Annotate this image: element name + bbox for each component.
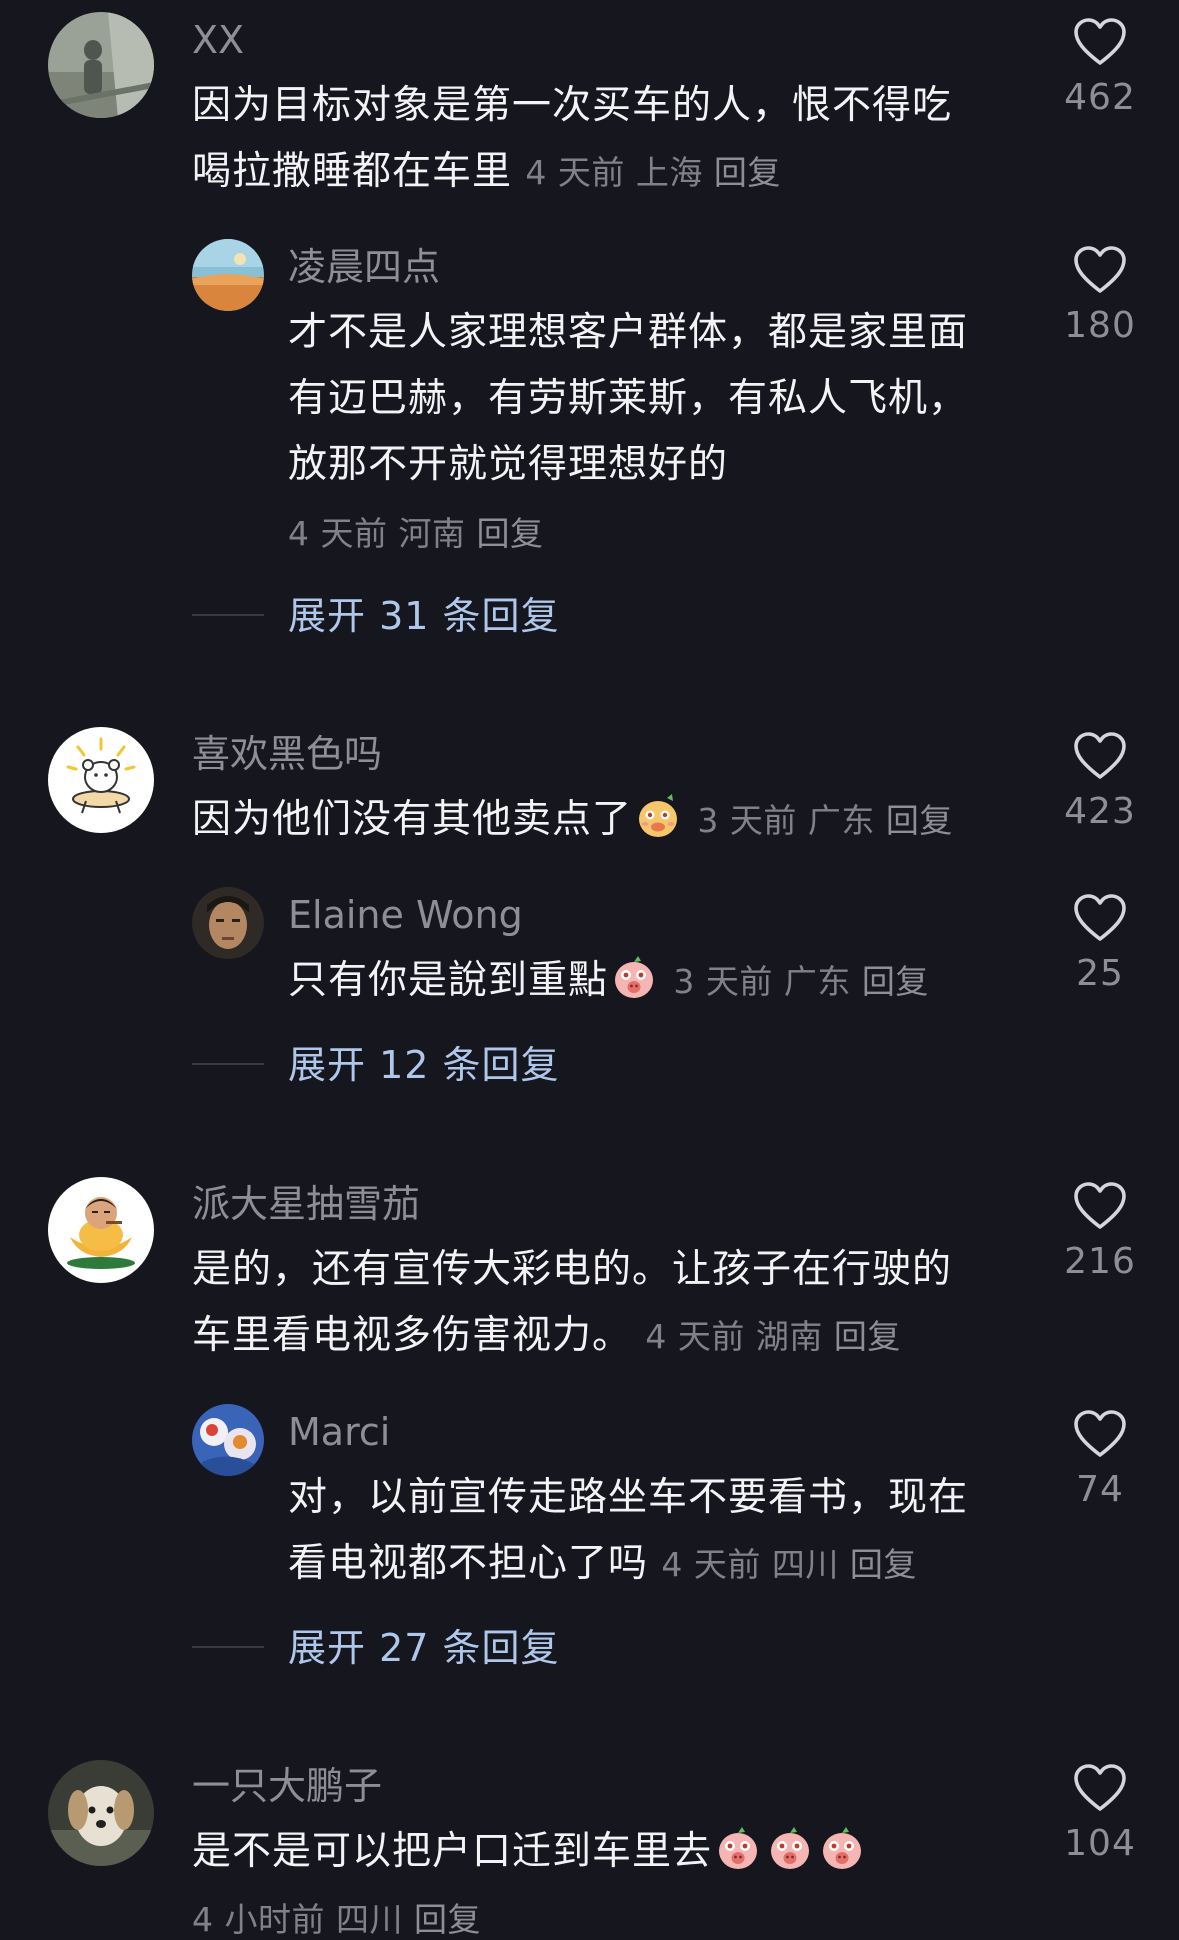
comment-text-line: 是的，还有宣传大彩电的。让孩子在行驶的: [192, 1247, 953, 1292]
like-count: 180: [1064, 305, 1136, 346]
like-count: 216: [1064, 1241, 1136, 1282]
avatar-xihuan[interactable]: [48, 727, 154, 833]
heart-outline-icon[interactable]: [1073, 1181, 1127, 1231]
divider: [192, 614, 264, 616]
comment-meta: 4 天前 湖南 回复: [645, 1317, 901, 1356]
comment-meta: 4 小时前 四川 回复: [192, 1900, 481, 1940]
like-count: 423: [1064, 791, 1136, 832]
avatar-yizhidapengzi[interactable]: [48, 1760, 154, 1866]
comment-meta: 4 天前 河南 回复: [288, 514, 544, 554]
divider: [192, 1063, 264, 1065]
heart-outline-icon[interactable]: [1073, 893, 1127, 943]
comment-text-line: 对，以前宣传走路坐车不要看书，现在: [288, 1475, 969, 1520]
avatar-lingchen[interactable]: [192, 239, 264, 311]
like-count: 104: [1064, 1823, 1136, 1864]
comment-time: 4 天前: [645, 1317, 745, 1356]
comment-text-line: 因为目标对象是第一次买车的人，恨不得吃: [192, 83, 953, 128]
comment-location: 广东: [783, 962, 851, 1001]
comment-text-line: 只有你是說到重點 3 天前 广东 回复: [288, 948, 929, 1015]
pig-face-emoji: [610, 953, 658, 1001]
heart-outline-icon[interactable]: [1073, 1409, 1127, 1459]
pig-face-emoji: [818, 1824, 866, 1872]
comment-time: 3 天前: [673, 962, 773, 1001]
expand-replies-button[interactable]: 展开 31 条回复: [288, 594, 560, 638]
expand-replies-button[interactable]: 展开 12 条回复: [288, 1043, 560, 1087]
avatar-paidaxing[interactable]: [48, 1177, 154, 1283]
sneer-face-emoji: [634, 792, 682, 840]
avatar-marci[interactable]: [192, 1404, 264, 1476]
avatar-elaine-wong[interactable]: [192, 887, 264, 959]
like-count: 74: [1076, 1469, 1124, 1510]
comment-location: 四川: [336, 1900, 403, 1939]
heart-outline-icon[interactable]: [1073, 245, 1127, 295]
reply-button[interactable]: 回复: [477, 514, 544, 553]
comment-username[interactable]: 派大星抽雪茄: [192, 1182, 420, 1226]
comment-username[interactable]: XX: [192, 18, 244, 62]
comment-meta: 3 天前 广东 回复: [673, 962, 929, 1001]
comment-text: 喝拉撒睡都在车里: [192, 149, 513, 194]
comment-location: 广东: [807, 801, 875, 840]
like-count: 25: [1076, 953, 1124, 994]
reply-button[interactable]: 回复: [886, 801, 953, 840]
comment-meta: 3 天前 广东 回复: [697, 801, 953, 840]
comment-time: 3 天前: [697, 801, 797, 840]
like-control[interactable]: 25: [1045, 893, 1155, 994]
expand-replies-button[interactable]: 展开 27 条回复: [288, 1626, 560, 1670]
comment-text-line: 是不是可以把户口迁到车里去: [192, 1819, 868, 1885]
like-control[interactable]: 216: [1045, 1181, 1155, 1282]
comment-location: 湖南: [755, 1317, 823, 1356]
comment-time: 4 天前: [288, 514, 388, 553]
comment-time: 4 天前: [661, 1545, 761, 1584]
comment-username[interactable]: 一只大鹏子: [192, 1764, 382, 1808]
like-control[interactable]: 74: [1045, 1409, 1155, 1510]
divider: [192, 1646, 264, 1648]
reply-button[interactable]: 回复: [414, 1900, 481, 1939]
comment-username[interactable]: Marci: [288, 1410, 390, 1454]
comment-location: 河南: [398, 514, 466, 553]
comment-text: 车里看电视多伤害视力。: [192, 1313, 633, 1358]
comment-text: 是不是可以把户口迁到车里去: [192, 1829, 713, 1874]
comment-text-line: 放那不开就觉得理想好的: [288, 442, 729, 487]
comment-text-line: 因为他们没有其他卖点了 3 天前 广东 回复: [192, 787, 953, 854]
reply-button[interactable]: 回复: [850, 1545, 917, 1584]
comment-text-line: 看电视都不担心了吗 4 天前 四川 回复: [288, 1531, 917, 1598]
like-control[interactable]: 104: [1045, 1763, 1155, 1864]
comment-text-line: 有迈巴赫，有劳斯莱斯，有私人飞机，: [288, 376, 969, 421]
comment-text: 因为他们没有其他卖点了: [192, 797, 633, 842]
comment-location: 上海: [635, 153, 703, 192]
comment-text-line: 喝拉撒睡都在车里 4 天前 上海 回复: [192, 139, 781, 206]
comment-text: 只有你是說到重點: [288, 958, 609, 1003]
heart-outline-icon[interactable]: [1073, 731, 1127, 781]
comment-text: 看电视都不担心了吗: [288, 1541, 649, 1586]
pig-face-emoji: [714, 1824, 762, 1872]
comment-username[interactable]: 凌晨四点: [288, 245, 440, 289]
heart-outline-icon[interactable]: [1073, 1763, 1127, 1813]
comment-username[interactable]: Elaine Wong: [288, 893, 523, 937]
reply-button[interactable]: 回复: [714, 153, 781, 192]
comment-text-line: 车里看电视多伤害视力。 4 天前 湖南 回复: [192, 1303, 901, 1370]
comment-time: 4 天前: [525, 153, 625, 192]
comment-location: 四川: [771, 1545, 839, 1584]
comment-meta: 4 天前 上海 回复: [525, 153, 781, 192]
comment-username[interactable]: 喜欢黑色吗: [192, 732, 382, 776]
like-control[interactable]: 462: [1045, 17, 1155, 118]
heart-outline-icon[interactable]: [1073, 17, 1127, 67]
reply-button[interactable]: 回复: [862, 962, 929, 1001]
pig-face-emoji: [766, 1824, 814, 1872]
comment-meta: 4 天前 四川 回复: [661, 1545, 917, 1584]
like-control[interactable]: 180: [1045, 245, 1155, 346]
comment-time: 4 小时前: [192, 1900, 325, 1939]
avatar-xx[interactable]: [48, 12, 154, 118]
reply-button[interactable]: 回复: [834, 1317, 901, 1356]
like-control[interactable]: 423: [1045, 731, 1155, 832]
comment-text-line: 才不是人家理想客户群体，都是家里面: [288, 310, 969, 355]
like-count: 462: [1064, 77, 1136, 118]
